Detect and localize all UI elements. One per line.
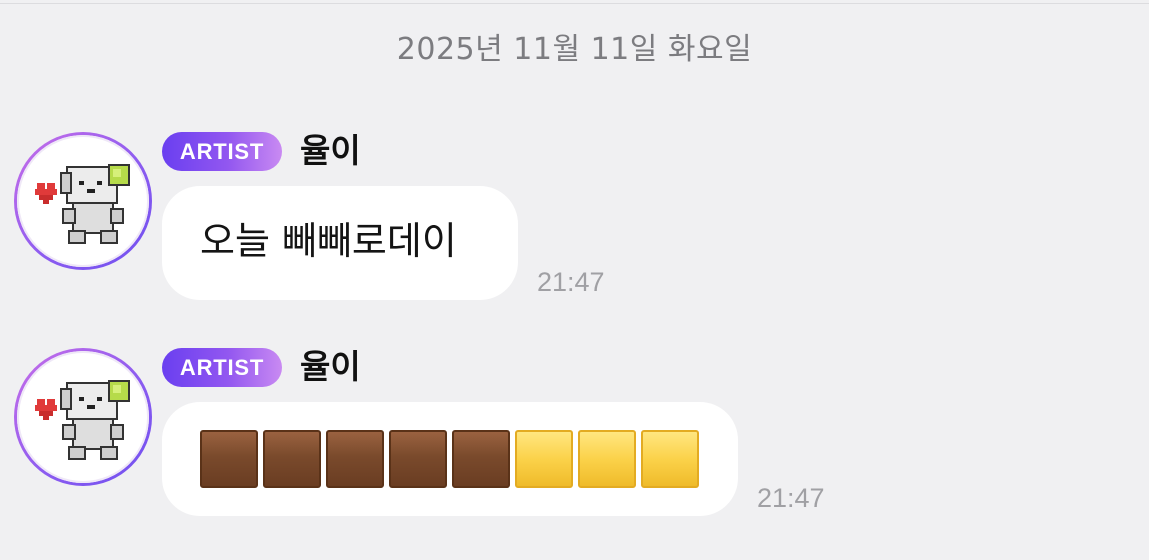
avatar[interactable] [14,348,152,486]
brown-square-emoji [200,430,258,488]
avatar-image [17,135,149,267]
brown-square-emoji [389,430,447,488]
puppy-icon [35,164,130,244]
avatar-image [17,351,149,483]
date-separator: 2025년 11월 11일 화요일 [396,32,753,67]
artist-badge: ARTIST [162,348,282,387]
yellow-square-emoji [641,430,699,488]
yellow-square-emoji [578,430,636,488]
puppy-icon [35,380,130,460]
artist-badge: ARTIST [162,132,282,171]
message-bubble[interactable]: 오늘 빼빼로데이 [162,186,518,300]
message-time: 21:47 [537,267,605,297]
brown-square-emoji [452,430,510,488]
avatar[interactable] [14,132,152,270]
sender-name[interactable]: 율이 [300,131,361,171]
message-bubble[interactable] [162,402,738,516]
chat-view: 2025년 11월 11일 화요일 ARTIST 율이 오늘 빼빼로데이 21:… [0,0,1149,560]
message-time: 21:47 [757,483,825,513]
brown-square-emoji [263,430,321,488]
brown-square-emoji [326,430,384,488]
top-divider [0,3,1149,4]
sender-name[interactable]: 율이 [300,347,361,387]
message-text: 오늘 빼빼로데이 [200,219,457,263]
yellow-square-emoji [515,430,573,488]
